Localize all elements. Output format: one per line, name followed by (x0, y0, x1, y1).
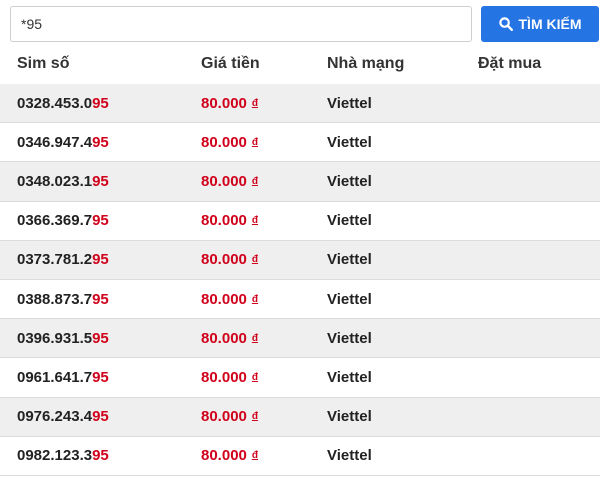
sim-number[interactable]: 0346.947.4 95 (17, 123, 109, 161)
price-value: 80.000 (201, 329, 247, 347)
table-row[interactable]: 0373.781.2 95 80.000 đ Viettel (0, 240, 600, 280)
carrier: Viettel (327, 408, 372, 426)
sim-number-prefix: 0328.453.0 (17, 94, 93, 112)
table-row[interactable]: 0328.453.0 95 80.000 đ Viettel (0, 84, 600, 124)
carrier: Viettel (327, 290, 372, 308)
sim-number[interactable]: 0982.123.3 95 (17, 437, 109, 475)
sim-number[interactable]: 0373.781.2 95 (17, 241, 109, 279)
sim-number[interactable]: 0961.641.7 95 (17, 358, 109, 396)
currency-symbol: đ (251, 254, 258, 266)
carrier: Viettel (327, 133, 372, 151)
sim-number-suffix: 95 (92, 251, 109, 269)
price-value: 80.000 (201, 447, 247, 465)
carrier: Viettel (327, 329, 372, 347)
sim-number-suffix: 95 (92, 172, 109, 190)
carrier: Viettel (327, 212, 372, 230)
search-icon (498, 17, 513, 31)
currency-symbol: đ (251, 332, 258, 344)
sim-number-prefix: 0366.369.7 (17, 212, 93, 230)
search-input[interactable] (10, 6, 472, 42)
price: 80.000 đ (201, 123, 258, 161)
sim-number-suffix: 95 (92, 408, 109, 426)
currency-symbol: đ (251, 293, 258, 305)
search-button[interactable]: TÌM KIẾM (481, 6, 599, 42)
currency-symbol: đ (251, 450, 258, 462)
carrier: Viettel (327, 368, 372, 386)
sim-number-prefix: 0396.931.5 (17, 329, 93, 347)
sim-table-body: 0328.453.0 95 80.000 đ Viettel 0346.947.4 95 80… (0, 84, 600, 476)
price-value: 80.000 (201, 368, 247, 386)
carrier: Viettel (327, 447, 372, 465)
table-row[interactable]: 0346.947.4 95 80.000 đ Viettel (0, 123, 600, 163)
price-value: 80.000 (201, 251, 247, 269)
search-bar: TÌM KIẾM (10, 6, 600, 44)
sim-number-prefix: 0348.023.1 (17, 172, 93, 190)
price-value: 80.000 (201, 94, 247, 112)
price: 80.000 đ (201, 398, 258, 436)
price: 80.000 đ (201, 280, 258, 318)
price: 80.000 đ (201, 241, 258, 279)
currency-symbol: đ (251, 175, 258, 187)
sim-number-prefix: 0388.873.7 (17, 290, 93, 308)
sim-number-suffix: 95 (92, 94, 109, 112)
sim-number[interactable]: 0348.023.1 95 (17, 162, 109, 200)
currency-symbol: đ (251, 215, 258, 227)
table-row[interactable]: 0388.873.7 95 80.000 đ Viettel (0, 279, 600, 320)
table-header: Sim số Giá tiền Nhà mạng Đặt mua (0, 44, 600, 85)
sim-number[interactable]: 0366.369.7 95 (17, 202, 109, 240)
header-dat-mua: Đặt mua (478, 55, 542, 72)
price: 80.000 đ (201, 358, 258, 396)
price: 80.000 đ (201, 202, 258, 240)
sim-number-prefix: 0961.641.7 (17, 368, 93, 386)
search-button-label: TÌM KIẾM (518, 16, 582, 32)
price-value: 80.000 (201, 408, 247, 426)
currency-symbol: đ (251, 371, 258, 383)
table-row[interactable]: 0982.123.3 95 80.000 đ Viettel (0, 436, 600, 476)
sim-number[interactable]: 0328.453.0 95 (17, 84, 109, 122)
sim-number-suffix: 95 (92, 329, 109, 347)
sim-number-suffix: 95 (92, 133, 109, 151)
sim-number-suffix: 95 (92, 368, 109, 386)
price: 80.000 đ (201, 84, 258, 122)
header-gia-tien: Giá tiền (201, 55, 260, 72)
price: 80.000 đ (201, 162, 258, 200)
price: 80.000 đ (201, 437, 258, 475)
table-row[interactable]: 0961.641.7 95 80.000 đ Viettel (0, 358, 600, 398)
sim-number-prefix: 0346.947.4 (17, 133, 93, 151)
price-value: 80.000 (201, 212, 247, 230)
price-value: 80.000 (201, 133, 247, 151)
sim-number[interactable]: 0396.931.5 95 (17, 319, 109, 357)
header-nha-mang: Nhà mạng (327, 55, 405, 72)
sim-number-suffix: 95 (92, 290, 109, 308)
currency-symbol: đ (251, 97, 258, 109)
sim-number[interactable]: 0388.873.7 95 (17, 280, 109, 318)
price-value: 80.000 (201, 172, 247, 190)
carrier: Viettel (327, 251, 372, 269)
sim-number-suffix: 95 (92, 212, 109, 230)
table-row[interactable]: 0366.369.7 95 80.000 đ Viettel (0, 201, 600, 241)
sim-number[interactable]: 0976.243.4 95 (17, 398, 109, 436)
currency-symbol: đ (251, 411, 258, 423)
table-row[interactable]: 0396.931.5 95 80.000 đ Viettel (0, 319, 600, 359)
carrier: Viettel (327, 94, 372, 112)
price: 80.000 đ (201, 319, 258, 357)
currency-symbol: đ (251, 136, 258, 148)
sim-number-prefix: 0982.123.3 (17, 447, 93, 465)
sim-number-suffix: 95 (92, 447, 109, 465)
carrier: Viettel (327, 172, 372, 190)
sim-number-prefix: 0373.781.2 (17, 251, 93, 269)
table-row[interactable]: 0976.243.4 95 80.000 đ Viettel (0, 397, 600, 437)
table-row[interactable]: 0348.023.1 95 80.000 đ Viettel (0, 162, 600, 202)
header-sim-so: Sim số (17, 55, 70, 72)
sim-number-prefix: 0976.243.4 (17, 408, 93, 426)
price-value: 80.000 (201, 290, 247, 308)
